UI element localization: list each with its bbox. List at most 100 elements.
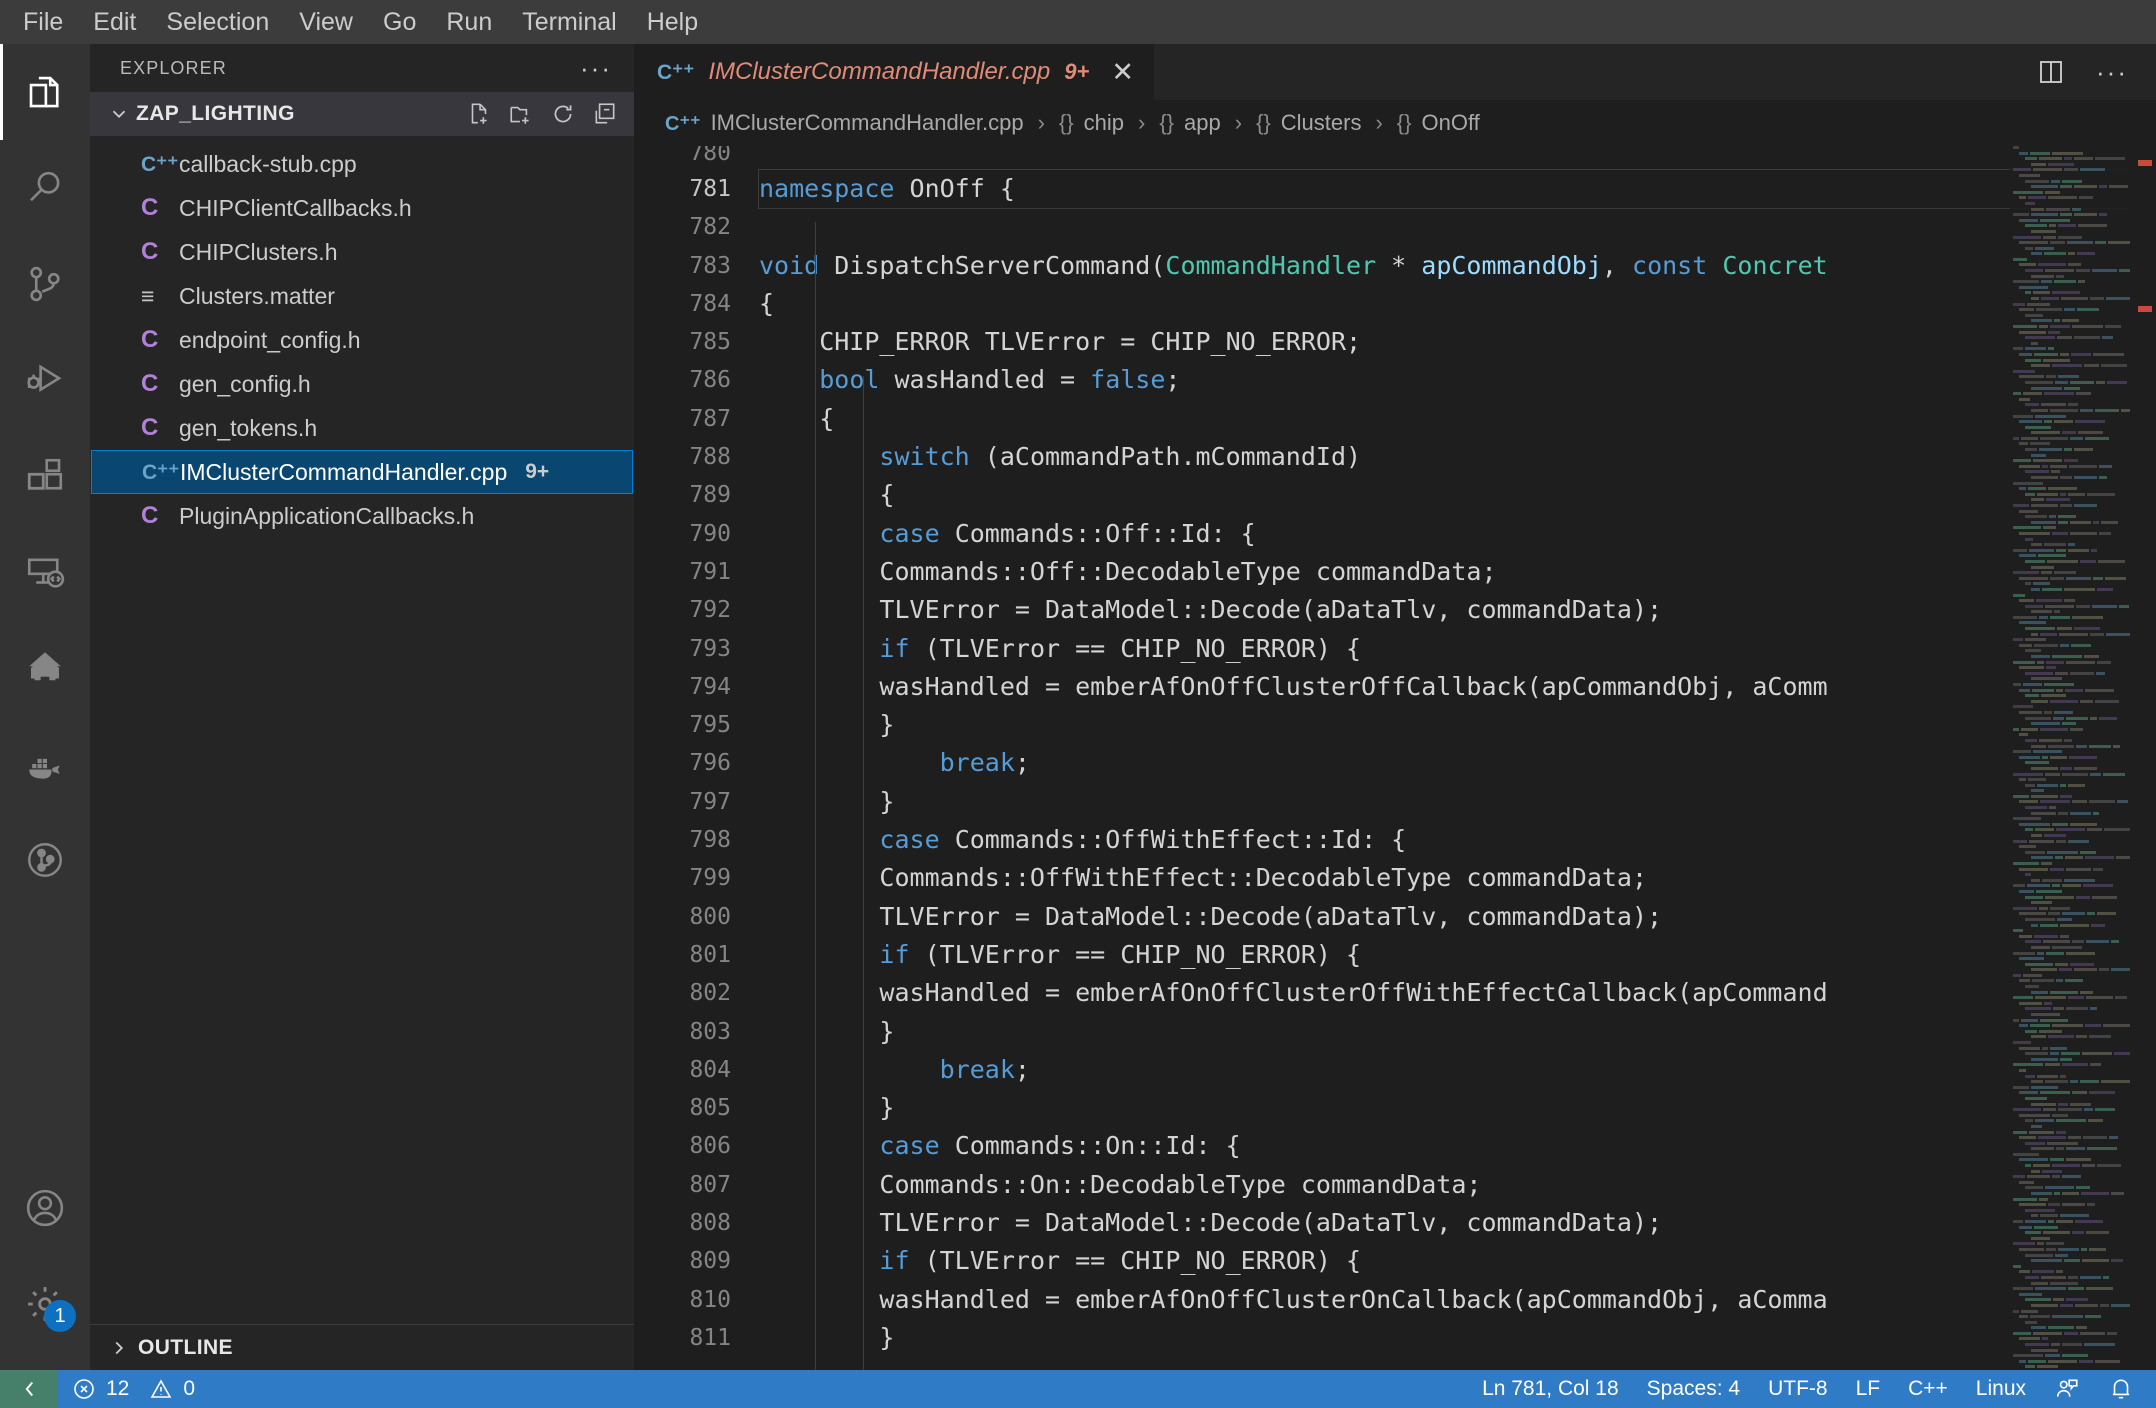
minimap-line (2010, 1197, 2130, 1202)
code-token: , (1601, 250, 1633, 280)
code-line[interactable]: if (TLVError == CHIP_NO_ERROR) { (759, 630, 2156, 668)
source-control-icon[interactable] (0, 236, 90, 332)
minimap-line (2010, 1007, 2130, 1011)
code-line[interactable]: void DispatchServerCommand(CommandHandle… (759, 247, 2156, 285)
search-icon[interactable] (0, 140, 90, 236)
remote-explorer-icon[interactable] (0, 524, 90, 620)
code-line[interactable] (759, 146, 2156, 170)
menu-selection[interactable]: Selection (151, 4, 284, 41)
minimap-line (2010, 481, 2130, 486)
code-line[interactable]: wasHandled = emberAfOnOffClusterOffWithE… (759, 974, 2156, 1012)
extensions-icon[interactable] (0, 428, 90, 524)
code-line[interactable]: { (759, 400, 2156, 438)
file-row-endpoint-config[interactable]: C endpoint_config.h (91, 318, 633, 362)
minimap-line (2010, 1247, 2130, 1252)
minimap-line (2010, 559, 2130, 564)
close-icon[interactable]: ✕ (1111, 58, 1134, 86)
encoding-setting[interactable]: UTF-8 (1754, 1370, 1842, 1408)
menu-run[interactable]: Run (431, 4, 507, 41)
problems-status[interactable]: 12 0 (58, 1370, 209, 1408)
code-line[interactable]: { (759, 285, 2156, 323)
menu-edit[interactable]: Edit (78, 4, 151, 41)
code-line[interactable]: } (759, 783, 2156, 821)
code-line[interactable]: if (TLVError == CHIP_NO_ERROR) { (759, 1242, 2156, 1280)
minimap-line (2010, 621, 2130, 625)
code-line[interactable]: break; (759, 744, 2156, 782)
new-file-icon[interactable] (466, 101, 492, 127)
menu-help[interactable]: Help (632, 4, 713, 41)
breadcrumb-item-clusters[interactable]: {} Clusters (1256, 110, 1361, 136)
code-line[interactable]: TLVError = DataModel::Decode(aDataTlv, c… (759, 1204, 2156, 1242)
run-and-debug-icon[interactable] (0, 332, 90, 428)
menu-view[interactable]: View (284, 4, 368, 41)
breadcrumb-item-file[interactable]: C⁺⁺ IMClusterCommandHandler.cpp (665, 110, 1024, 136)
accounts-icon[interactable] (0, 1160, 90, 1256)
file-row-chipclientcallbacks[interactable]: C CHIPClientCallbacks.h (91, 186, 633, 230)
code-line[interactable]: wasHandled = emberAfOnOffClusterOffCallb… (759, 668, 2156, 706)
minimap-line (2010, 1001, 2130, 1006)
language-mode[interactable]: C++ (1894, 1370, 1962, 1408)
code-line[interactable]: case Commands::On::Id: { (759, 1127, 2156, 1165)
code-editor[interactable]: 780 781 782 783 784 785 786 787 788 789 790 791 792 7… (635, 146, 2156, 1370)
breadcrumb-item-chip[interactable]: {} chip (1059, 110, 1124, 136)
code-line[interactable]: CHIP_ERROR TLVError = CHIP_NO_ERROR; (759, 323, 2156, 361)
git-graph-icon[interactable] (0, 812, 90, 908)
file-row-pluginapplicationcallbacks[interactable]: C PluginApplicationCallbacks.h (91, 494, 633, 538)
split-editor-icon[interactable] (2036, 57, 2066, 87)
code-line[interactable]: { (759, 476, 2156, 514)
platform-indicator[interactable]: Linux (1962, 1370, 2040, 1408)
code-line[interactable] (759, 208, 2156, 246)
outline-section-header[interactable]: OUTLINE (90, 1324, 634, 1370)
eol-setting[interactable]: LF (1842, 1370, 1895, 1408)
settings-gear-icon[interactable]: 1 (0, 1256, 90, 1352)
file-row-callback-stub[interactable]: C⁺⁺ callback-stub.cpp (91, 142, 633, 186)
file-row-clusters-matter[interactable]: ≡ Clusters.matter (91, 274, 633, 318)
file-row-gen-tokens[interactable]: C gen_tokens.h (91, 406, 633, 450)
remote-indicator[interactable] (0, 1370, 58, 1408)
file-row-imclustercommandhandler[interactable]: C⁺⁺ IMClusterCommandHandler.cpp 9+ (91, 450, 633, 494)
code-line[interactable]: TLVError = DataModel::Decode(aDataTlv, c… (759, 898, 2156, 936)
tab-imclustercommandhandler[interactable]: C⁺⁺ IMClusterCommandHandler.cpp 9+ ✕ (635, 44, 1155, 100)
code-line[interactable]: } (759, 1089, 2156, 1127)
code-line[interactable]: wasHandled = emberAfOnOffClusterOnCallba… (759, 1281, 2156, 1319)
code-line[interactable]: case Commands::OffWithEffect::Id: { (759, 821, 2156, 859)
breadcrumb-item-onoff[interactable]: {} OnOff (1397, 110, 1480, 136)
breadcrumb-item-app[interactable]: {} app (1159, 110, 1220, 136)
code-line[interactable]: case Commands::Off::Id: { (759, 515, 2156, 553)
more-actions-icon[interactable]: ··· (2096, 59, 2128, 85)
code-line[interactable]: Commands::On::DecodableType commandData; (759, 1166, 2156, 1204)
refresh-icon[interactable] (550, 101, 576, 127)
minimap[interactable] (2010, 146, 2130, 1370)
minimap-line (2010, 660, 2130, 665)
code-line[interactable]: break; (759, 1051, 2156, 1089)
sidebar-more-actions-icon[interactable]: ··· (580, 55, 612, 81)
indentation-setting[interactable]: Spaces: 4 (1633, 1370, 1754, 1408)
code-line[interactable]: } (759, 1013, 2156, 1051)
new-folder-icon[interactable] (508, 101, 534, 127)
editor-scrollbar[interactable] (2130, 146, 2156, 1370)
cursor-position[interactable]: Ln 781, Col 18 (1468, 1370, 1633, 1408)
code-line[interactable]: bool wasHandled = false; (759, 361, 2156, 399)
notifications-bell-icon[interactable] (2094, 1370, 2156, 1408)
code-line[interactable]: Commands::Off::DecodableType commandData… (759, 553, 2156, 591)
feedback-icon[interactable] (2040, 1370, 2094, 1408)
code-line[interactable]: if (TLVError == CHIP_NO_ERROR) { (759, 936, 2156, 974)
code-token: namespace (759, 174, 895, 203)
code-line[interactable]: Commands::OffWithEffect::DecodableType c… (759, 859, 2156, 897)
folder-header-zap-lighting[interactable]: ZAP_LIGHTING (90, 92, 634, 136)
menu-file[interactable]: File (8, 4, 78, 41)
menu-terminal[interactable]: Terminal (507, 4, 631, 41)
code-content[interactable]: namespace OnOff { void DispatchServerComm… (753, 146, 2156, 1370)
code-line[interactable]: } (759, 706, 2156, 744)
code-line[interactable]: TLVError = DataModel::Decode(aDataTlv, c… (759, 591, 2156, 629)
code-line[interactable]: switch (aCommandPath.mCommandId) (759, 438, 2156, 476)
code-line[interactable]: } (759, 1319, 2156, 1357)
code-line[interactable]: namespace OnOff { (758, 168, 2156, 210)
home-icon[interactable] (0, 620, 90, 716)
file-row-chipclusters[interactable]: C CHIPClusters.h (91, 230, 633, 274)
docker-icon[interactable] (0, 716, 90, 812)
file-row-gen-config[interactable]: C gen_config.h (91, 362, 633, 406)
collapse-all-icon[interactable] (592, 101, 618, 127)
menu-go[interactable]: Go (368, 4, 431, 41)
explorer-icon[interactable] (0, 44, 90, 140)
